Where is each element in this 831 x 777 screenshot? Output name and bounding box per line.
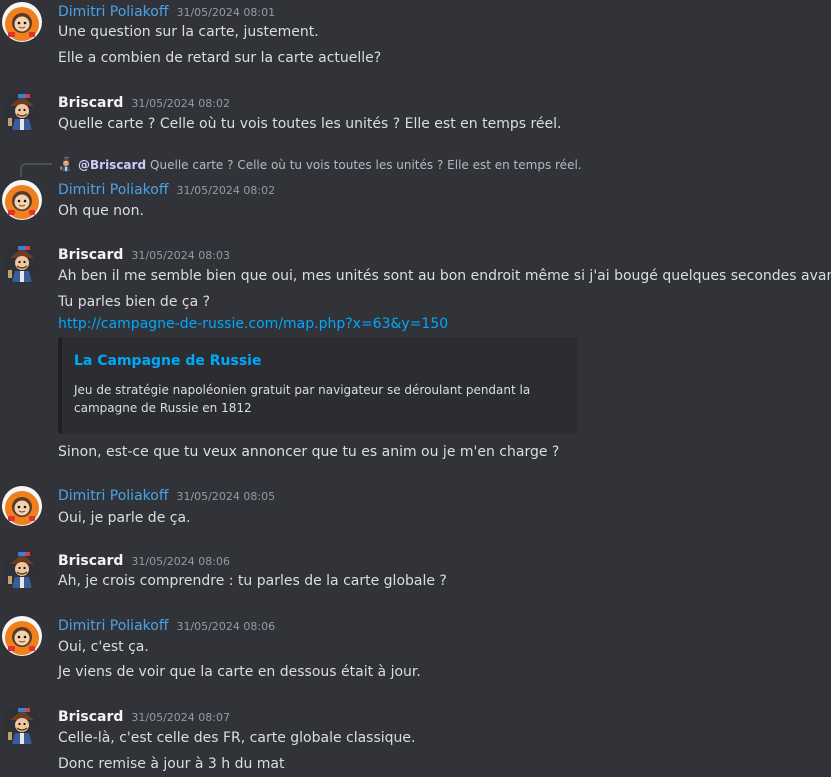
message-text: Tu parles bien de ça ? <box>58 294 211 310</box>
timestamp: 31/05/2024 08:02 <box>176 184 276 197</box>
author-name[interactable]: Dimitri Poliakoff <box>58 182 168 198</box>
chat-message-list: Dimitri Poliakoff 31/05/2024 08:01 Une qu… <box>0 0 831 777</box>
author-name[interactable]: Briscard <box>58 95 123 111</box>
dimitri-avatar[interactable] <box>2 2 42 42</box>
author-name[interactable]: Dimitri Poliakoff <box>58 618 168 634</box>
message-header: Dimitri Poliakoff 31/05/2024 08:06 <box>58 615 275 635</box>
embed-description: Jeu de stratégie napoléonien gratuit par… <box>74 383 531 415</box>
message-text: Ah ben il me semble bien que oui, mes un… <box>58 268 831 284</box>
briscard-avatar[interactable] <box>2 92 42 132</box>
message-text: Celle-là, c'est celle des FR, carte glob… <box>58 730 416 746</box>
message-header: Briscard 31/05/2024 08:07 <box>58 706 230 726</box>
message-text: Elle a combien de retard sur la carte ac… <box>58 50 382 66</box>
embed-title[interactable]: La Campagne de Russie <box>74 351 562 371</box>
timestamp: 31/05/2024 08:07 <box>131 711 230 724</box>
briscard-mini-avatar <box>58 156 74 172</box>
reply-mention[interactable]: @Briscard <box>78 158 146 172</box>
message-header: Briscard 31/05/2024 08:06 <box>58 550 230 570</box>
timestamp: 31/05/2024 08:03 <box>131 249 230 262</box>
message-text: Donc remise à jour à 3 h du mat <box>58 756 285 772</box>
message-header: Briscard 31/05/2024 08:02 <box>58 92 230 112</box>
reply-text: Quelle carte ? Celle où tu vois toutes l… <box>150 158 582 172</box>
message-header: Dimitri Poliakoff 31/05/2024 08:01 <box>58 1 275 21</box>
author-name[interactable]: Briscard <box>58 247 123 263</box>
message-text: Quelle carte ? Celle où tu vois toutes l… <box>58 116 562 132</box>
dimitri-avatar[interactable] <box>2 180 42 220</box>
message-text: Sinon, est-ce que tu veux annoncer que t… <box>58 444 560 460</box>
reply-spine <box>20 163 52 177</box>
message-text: Une question sur la carte, justement. <box>58 24 319 40</box>
message-link[interactable]: http://campagne-de-russie.com/map.php?x=… <box>58 314 448 334</box>
timestamp: 31/05/2024 08:05 <box>176 490 276 503</box>
briscard-avatar[interactable] <box>2 550 42 590</box>
message-header: Dimitri Poliakoff 31/05/2024 08:05 <box>58 485 275 505</box>
message-text: Oui, c'est ça. <box>58 639 149 655</box>
timestamp: 31/05/2024 08:06 <box>131 555 230 568</box>
dimitri-avatar[interactable] <box>2 486 42 526</box>
message-text: Je viens de voir que la carte en dessous… <box>58 664 421 680</box>
link-embed: La Campagne de Russie Jeu de stratégie n… <box>58 337 578 434</box>
author-name[interactable]: Briscard <box>58 553 123 569</box>
message-text: Ah, je crois comprendre : tu parles de l… <box>58 573 447 589</box>
dimitri-avatar[interactable] <box>2 616 42 656</box>
briscard-avatar[interactable] <box>2 244 42 284</box>
message-text: Oui, je parle de ça. <box>58 510 191 526</box>
author-name[interactable]: Dimitri Poliakoff <box>58 4 168 20</box>
timestamp: 31/05/2024 08:02 <box>131 97 230 110</box>
timestamp: 31/05/2024 08:01 <box>176 6 276 19</box>
message-header: Briscard 31/05/2024 08:03 <box>58 244 230 264</box>
author-name[interactable]: Briscard <box>58 709 123 725</box>
author-name[interactable]: Dimitri Poliakoff <box>58 488 168 504</box>
briscard-avatar[interactable] <box>2 706 42 746</box>
message-header: Dimitri Poliakoff 31/05/2024 08:02 <box>58 179 275 199</box>
reply-reference[interactable]: @Briscard Quelle carte ? Celle où tu vois… <box>58 155 582 175</box>
timestamp: 31/05/2024 08:06 <box>176 620 276 633</box>
message-text: Oh que non. <box>58 203 144 219</box>
